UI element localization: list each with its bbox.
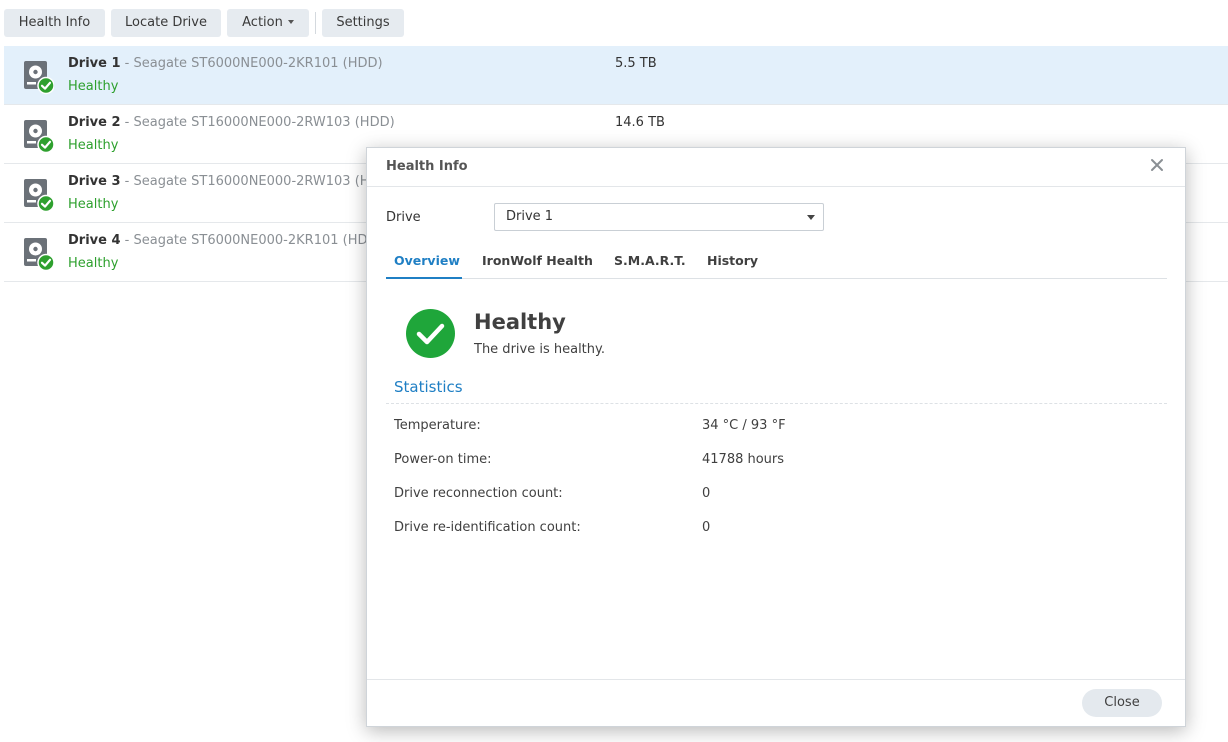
drive-status: Healthy [68,256,119,271]
drive-name: Drive 2 [68,115,121,130]
drive-status: Healthy [68,79,119,94]
close-button[interactable]: Close [1082,689,1162,717]
tab-smart[interactable]: S.M.A.R.T. [614,253,686,268]
drive-model: - Seagate ST6000NE000-2KR101 (HDD) [120,56,383,71]
drive-name: Drive 1 [68,56,121,71]
health-info-button[interactable]: Health Info [4,9,105,37]
drive-row-1[interactable]: Drive 1 - Seagate ST6000NE000-2KR101 (HD… [4,46,1228,105]
drive-select-label: Drive [386,210,421,225]
drive-size: 5.5 TB [615,56,657,71]
drive-name: Drive 4 [68,233,121,248]
drive-name: Drive 3 [68,174,121,189]
hard-drive-icon [24,179,54,213]
drive-status: Healthy [68,138,119,153]
toolbar-divider [315,12,316,34]
chevron-down-icon [287,19,294,24]
drive-size: 14.6 TB [615,115,665,130]
drive-select[interactable]: Drive 1 [494,203,824,231]
drive-status: Healthy [68,197,119,212]
tab-overview[interactable]: Overview [394,253,460,268]
toolbar: Health Info Locate Drive Action Settings [0,0,1228,46]
active-tab-indicator [386,277,462,279]
check-circle-icon [406,309,455,358]
health-info-dialog: Health Info Drive Drive 1 Overview IronW… [366,147,1186,727]
stat-value-reconnection-count: 0 [702,486,711,501]
dialog-title: Health Info [386,159,468,174]
hard-drive-icon [24,238,54,272]
statistics-heading: Statistics [394,378,463,396]
hard-drive-icon [24,61,54,95]
stat-label-reconnection-count: Drive reconnection count: [394,486,563,501]
chevron-down-icon [807,215,815,220]
health-status-title: Healthy [474,310,566,334]
statistics-divider [386,403,1167,404]
dialog-footer-divider [367,679,1185,680]
close-icon[interactable] [1149,157,1165,173]
hard-drive-icon [24,120,54,154]
drive-model: - Seagate ST6000NE000-2KR101 (HDD) [120,233,383,248]
stat-value-temperature: 34 °C / 93 °F [702,418,786,433]
action-button-label: Action [242,15,283,30]
dialog-tabs: Overview IronWolf Health S.M.A.R.T. Hist… [386,244,1167,279]
drive-select-value: Drive 1 [506,209,554,224]
drive-model: - Seagate ST16000NE000-2RW103 (HDD) [120,115,395,130]
stat-label-power-on-time: Power-on time: [394,452,492,467]
stat-value-reidentification-count: 0 [702,520,711,535]
stat-label-reidentification-count: Drive re-identification count: [394,520,581,535]
dialog-header-divider [367,186,1185,187]
locate-drive-button[interactable]: Locate Drive [111,9,221,37]
tab-history[interactable]: History [707,253,758,268]
tab-ironwolf-health[interactable]: IronWolf Health [482,253,593,268]
drive-model: - Seagate ST16000NE000-2RW103 (HDD) [120,174,395,189]
settings-button[interactable]: Settings [322,9,404,37]
health-status-description: The drive is healthy. [474,342,605,357]
action-menu-button[interactable]: Action [227,9,309,37]
stat-value-power-on-time: 41788 hours [702,452,785,467]
stat-label-temperature: Temperature: [394,418,481,433]
